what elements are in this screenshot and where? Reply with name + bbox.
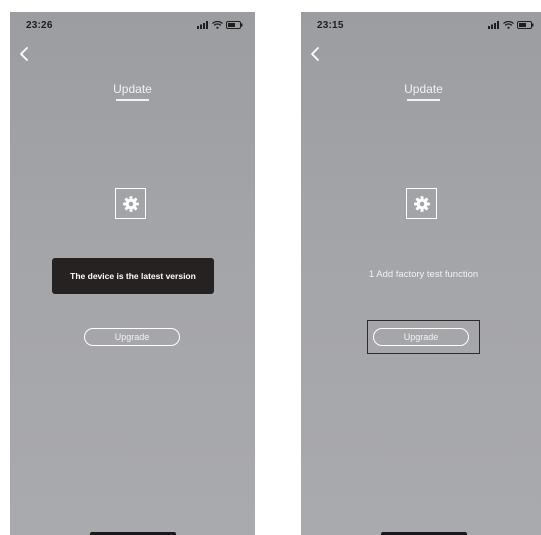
page-title: Update xyxy=(404,82,443,96)
cellular-signal-icon xyxy=(197,21,208,29)
chevron-left-icon xyxy=(20,47,28,61)
cellular-signal-icon xyxy=(488,21,499,29)
status-icons xyxy=(197,20,243,30)
gear-icon xyxy=(122,195,139,212)
release-note: 1 Add factory test function xyxy=(368,269,479,280)
phone-screen-left: 23:26 Update The device is the latest ve… xyxy=(10,12,255,535)
toast-message: The device is the latest version xyxy=(52,258,214,294)
chevron-left-icon xyxy=(311,47,319,61)
status-time: 23:26 xyxy=(26,20,53,31)
phone-screen-right: 23:15 Update 1 Add factory test function… xyxy=(301,12,541,535)
title-underline xyxy=(407,99,440,101)
status-time: 23:15 xyxy=(317,20,344,31)
upgrade-button[interactable]: Upgrade xyxy=(84,328,180,346)
wifi-icon xyxy=(212,21,223,29)
battery-icon xyxy=(226,21,243,29)
back-button[interactable] xyxy=(16,45,34,63)
battery-icon xyxy=(517,21,534,29)
status-icons xyxy=(488,20,534,30)
page-title: Update xyxy=(113,82,152,96)
gear-icon xyxy=(413,195,430,212)
device-icon-box xyxy=(406,188,437,219)
title-underline xyxy=(116,99,149,101)
back-button[interactable] xyxy=(307,45,325,63)
upgrade-button[interactable]: Upgrade xyxy=(373,328,469,346)
wifi-icon xyxy=(503,21,514,29)
device-icon-box xyxy=(115,188,146,219)
